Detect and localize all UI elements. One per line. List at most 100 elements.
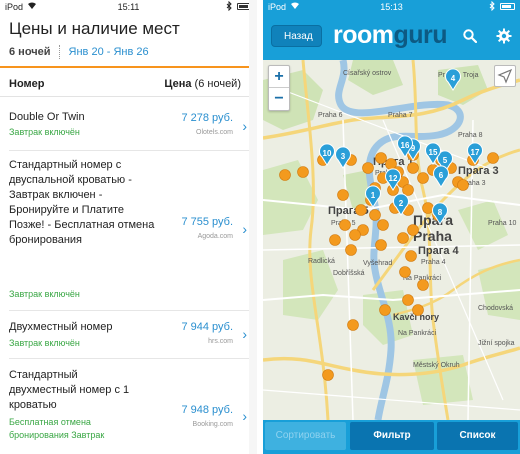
hotel-pin-marker[interactable]: 12 bbox=[385, 168, 401, 191]
status-bar: iPod 15:13 bbox=[263, 0, 520, 14]
room-source: hrs.com bbox=[208, 338, 233, 345]
hotel-markers-layer: 123456891012151617 bbox=[279, 68, 499, 381]
hotel-dot[interactable] bbox=[347, 319, 359, 331]
room-name: Двухместный номер bbox=[9, 321, 113, 333]
pin-label: 1 bbox=[371, 191, 376, 200]
hotel-dot[interactable] bbox=[457, 179, 469, 191]
hotel-dot[interactable] bbox=[487, 152, 499, 164]
hotel-dot[interactable] bbox=[297, 166, 309, 178]
logo-part-guru: guru bbox=[393, 21, 448, 49]
sort-button[interactable]: Сортировать bbox=[265, 422, 346, 450]
room-name: Стандартный двухместный номер с 1 кроват… bbox=[9, 369, 130, 411]
zoom-out-button[interactable]: − bbox=[269, 88, 289, 110]
hotel-dot[interactable] bbox=[407, 162, 419, 174]
zoom-in-button[interactable]: + bbox=[269, 66, 289, 88]
locate-me-button[interactable] bbox=[494, 65, 516, 87]
hotel-dot[interactable] bbox=[399, 266, 411, 278]
hotel-dot[interactable] bbox=[379, 304, 391, 316]
room-source: Olotels.com bbox=[196, 129, 233, 136]
hotel-dot[interactable] bbox=[362, 162, 374, 174]
chevron-right-icon: › bbox=[242, 118, 247, 134]
logo-part-room: room bbox=[333, 21, 394, 49]
chevron-right-icon: › bbox=[242, 221, 247, 237]
hotel-dot[interactable] bbox=[377, 219, 389, 231]
room-note: Бесплатная отмена бронирования Завтрак bbox=[9, 417, 105, 440]
room-offer-row[interactable]: Double Or Twin Завтрак включён 7 278 руб… bbox=[0, 104, 249, 148]
room-offer-row[interactable]: Стандартный двухместный номер с 1 кроват… bbox=[0, 360, 249, 454]
price-column-header: Цена (6 ночей) bbox=[164, 78, 241, 90]
room-name: Стандартный номер с двуспальной кроватью… bbox=[9, 159, 155, 246]
room-price: 7 948 руб. bbox=[181, 404, 233, 416]
navigation-bar: iPod 15:13 Назад roomguru bbox=[263, 0, 520, 60]
filter-button[interactable]: Фильтр bbox=[350, 422, 434, 450]
hotel-dot[interactable] bbox=[422, 202, 434, 214]
status-time: 15:13 bbox=[380, 2, 403, 12]
price-header-nights: (6 ночей) bbox=[194, 78, 241, 90]
pin-label: 12 bbox=[389, 174, 398, 183]
bottom-toolbar: Сортировать Фильтр Список bbox=[263, 420, 520, 454]
pin-label: 16 bbox=[401, 141, 410, 150]
divider bbox=[0, 96, 249, 97]
hotel-dot[interactable] bbox=[417, 279, 429, 291]
hotel-dot[interactable] bbox=[279, 169, 291, 181]
date-range-link[interactable]: Янв 20 - Янв 26 bbox=[69, 46, 149, 58]
back-button[interactable]: Назад bbox=[271, 25, 322, 47]
hotel-map[interactable]: Praha - Troja Císařský ostrov Praha 6 Pr… bbox=[263, 60, 520, 420]
location-arrow-icon bbox=[497, 68, 513, 84]
hotel-dot[interactable] bbox=[402, 294, 414, 306]
hotel-dot[interactable] bbox=[349, 229, 361, 241]
hotel-dot[interactable] bbox=[369, 209, 381, 221]
price-header-label: Цена bbox=[164, 78, 192, 90]
hotel-dot[interactable] bbox=[375, 239, 387, 251]
chevron-right-icon: › bbox=[242, 408, 247, 424]
hotel-dot[interactable] bbox=[407, 224, 419, 236]
room-offer-row[interactable]: Стандартный номер с двуспальной кроватью… bbox=[0, 152, 249, 308]
hotel-dot[interactable] bbox=[402, 184, 414, 196]
hotel-dot[interactable] bbox=[329, 234, 341, 246]
room-offer-row[interactable]: Двухместный номер Завтрак включён 7 944 … bbox=[0, 312, 249, 356]
room-note: Завтрак включён bbox=[9, 338, 80, 348]
status-bar: iPod 15:11 bbox=[0, 0, 257, 14]
hotel-dot[interactable] bbox=[417, 172, 429, 184]
hotel-dot[interactable] bbox=[405, 250, 417, 262]
room-source: Booking.com bbox=[192, 421, 233, 428]
hotel-dot[interactable] bbox=[375, 152, 387, 164]
list-button[interactable]: Список bbox=[437, 422, 518, 450]
pin-label: 6 bbox=[439, 171, 444, 180]
chevron-right-icon: › bbox=[242, 326, 247, 342]
divider bbox=[9, 358, 249, 359]
room-column-header: Номер bbox=[9, 78, 45, 90]
pin-label: 15 bbox=[429, 148, 438, 157]
bluetooth-icon bbox=[226, 0, 233, 13]
pin-label: 8 bbox=[438, 208, 443, 217]
divider bbox=[9, 150, 249, 151]
nights-count: 6 ночей bbox=[9, 46, 51, 58]
hotel-pin-marker[interactable]: 8 bbox=[432, 202, 448, 225]
room-note: Завтрак включён bbox=[9, 289, 80, 299]
roomguru-logo: roomguru bbox=[333, 19, 448, 51]
hotel-dot[interactable] bbox=[345, 244, 357, 256]
hotel-pin-marker[interactable]: 4 bbox=[445, 68, 461, 91]
pin-label: 10 bbox=[323, 149, 332, 158]
hotel-dot[interactable] bbox=[337, 189, 349, 201]
hotel-dot[interactable] bbox=[322, 369, 334, 381]
room-price: 7 278 руб. bbox=[181, 112, 233, 124]
page-title: Цены и наличие мест bbox=[9, 19, 180, 38]
pin-label: 4 bbox=[451, 74, 456, 83]
hotel-dot[interactable] bbox=[397, 232, 409, 244]
pin-label: 3 bbox=[341, 152, 346, 161]
search-icon[interactable] bbox=[463, 29, 478, 44]
pin-label: 2 bbox=[399, 199, 404, 208]
pin-label: 17 bbox=[471, 148, 480, 157]
hotel-dot[interactable] bbox=[339, 219, 351, 231]
room-price: 7 755 руб. bbox=[181, 216, 233, 228]
gear-icon[interactable] bbox=[496, 28, 512, 44]
hotel-pin-marker[interactable]: 6 bbox=[433, 165, 449, 188]
price-list-screen: iPod 15:11 Цены и наличие мест 6 ночей Я… bbox=[0, 0, 257, 454]
hotel-dot[interactable] bbox=[355, 204, 367, 216]
accent-divider bbox=[0, 66, 249, 68]
room-name: Double Or Twin bbox=[9, 111, 85, 123]
status-time: 15:11 bbox=[117, 2, 140, 12]
divider bbox=[9, 310, 249, 311]
hotel-dot[interactable] bbox=[412, 304, 424, 316]
